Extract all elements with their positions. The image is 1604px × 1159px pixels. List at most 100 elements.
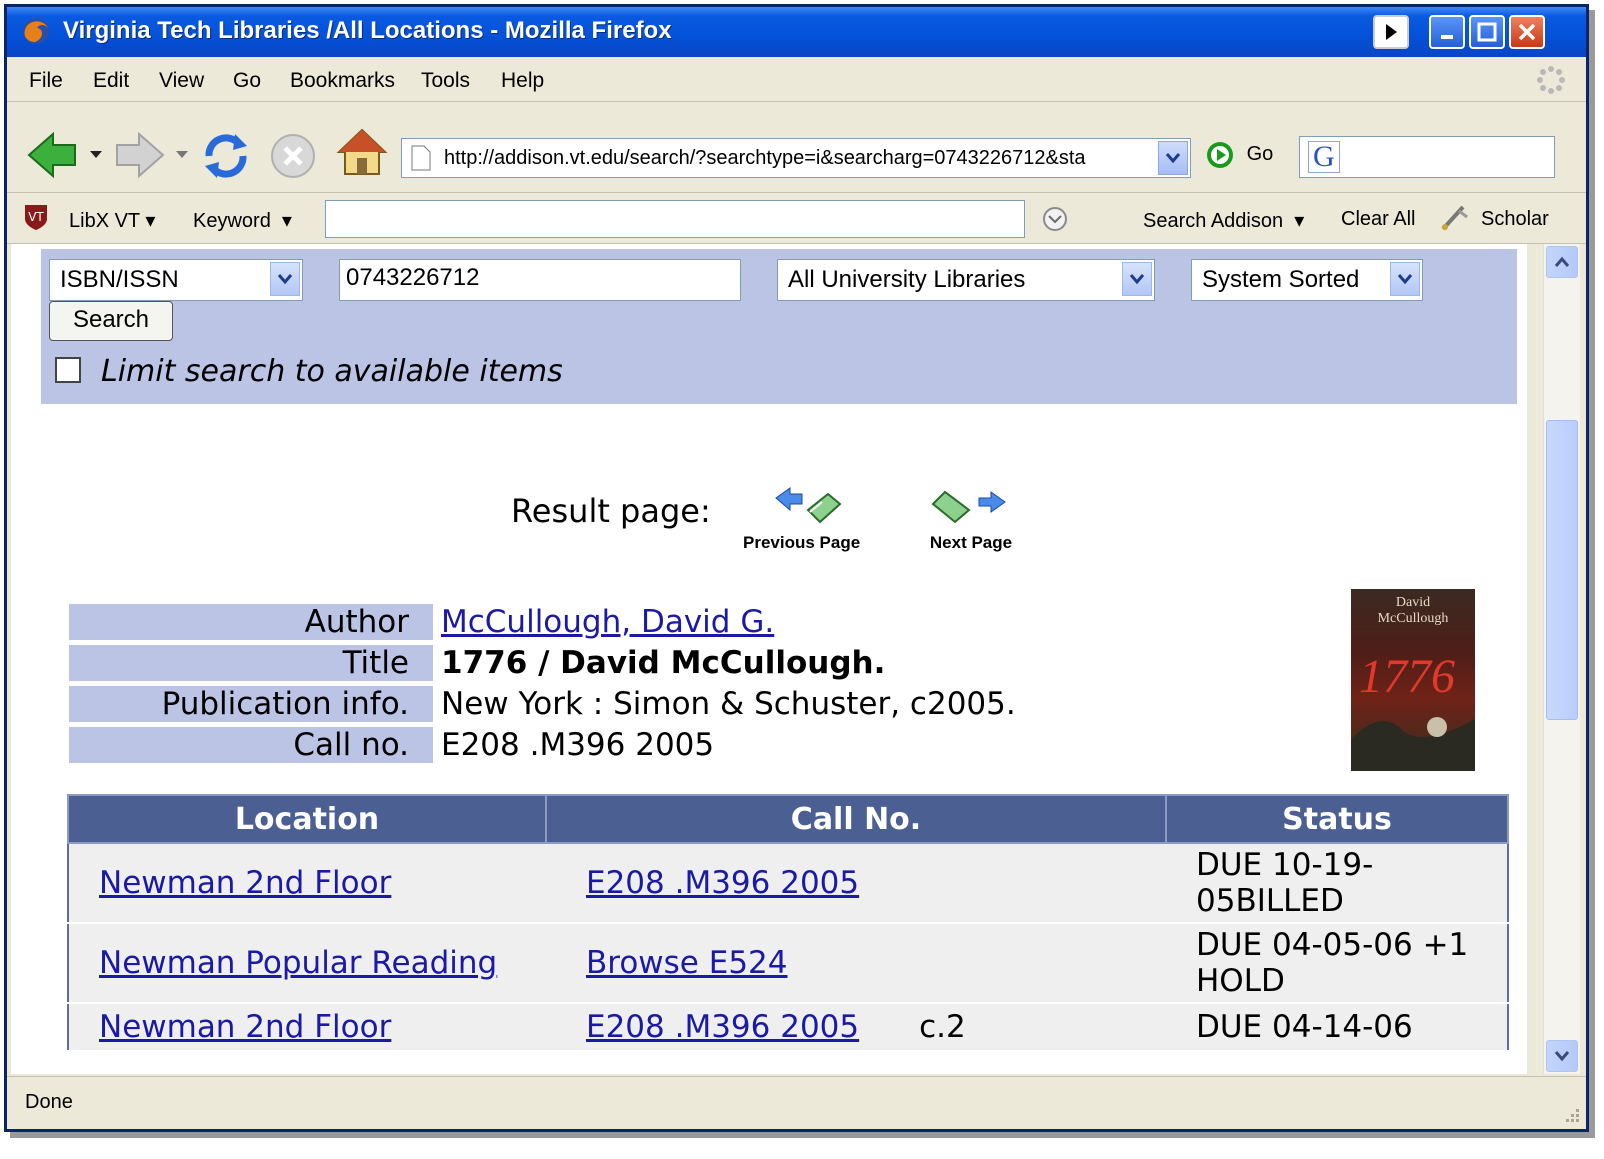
search-engine-box[interactable]: G [1299,136,1555,178]
status-value: DUE 04-14-06 [1166,1003,1508,1052]
chevron-up-icon [1554,256,1570,267]
sort-dropdown[interactable] [1390,262,1420,296]
menu-edit[interactable]: Edit [93,69,129,93]
cover-author-first: David [1395,595,1431,610]
search-query-input[interactable]: 0743226712 [339,259,741,301]
maximize-icon [1477,22,1497,42]
window-title: Virginia Tech Libraries /All Locations -… [63,17,672,44]
play-button[interactable] [1373,15,1409,49]
title-value: 1776 / David McCullough. [441,645,886,681]
location-link[interactable]: Newman 2nd Floor [99,1009,391,1045]
close-button[interactable] [1509,15,1545,49]
author-link[interactable]: McCullough, David G. [441,604,774,640]
minimize-button[interactable] [1429,15,1465,49]
forward-dropdown-icon[interactable] [175,150,189,160]
search-field-select[interactable]: ISBN/ISSN [49,259,303,301]
status-value: DUE 10-19-05BILLED [1196,847,1374,919]
menu-bookmarks[interactable]: Bookmarks [290,69,395,93]
title-bar: Virginia Tech Libraries /All Locations -… [7,7,1586,57]
callno-value: E208 .M396 2005 [441,727,715,763]
search-button[interactable]: Search [49,301,173,341]
bib-row-pub: Publication info. New York : Simon & Sch… [69,686,1022,722]
next-page-label: Next Page [929,533,1013,552]
publication-label: Publication info. [69,686,433,722]
back-icon[interactable] [25,130,81,180]
play-icon [1386,24,1397,40]
limit-available-checkbox[interactable] [55,356,81,383]
vt-shield-icon: VT [25,205,47,230]
forward-icon[interactable] [111,130,167,180]
search-panel: ISBN/ISSN 0743226712 All University Libr… [41,249,1517,404]
libx-options-icon[interactable] [1041,205,1069,233]
page-icon [411,145,431,171]
menu-file[interactable]: File [29,69,63,93]
callno-link[interactable]: E208 .M396 2005 [586,865,859,901]
previous-page-link[interactable]: Previous Page [743,484,860,553]
bib-row-title: Title 1776 / David McCullough. [69,645,1022,681]
stop-icon[interactable] [269,132,317,180]
next-page-link[interactable]: Next Page [929,484,1013,553]
limit-available-label: Limit search to available items [101,354,563,389]
next-page-icon [931,490,1006,524]
address-bar[interactable]: http://addison.vt.edu/search/?searchtype… [401,138,1191,178]
libx-search-type-label: Keyword [193,210,271,232]
url-dropdown-button[interactable] [1158,141,1188,175]
go-label: Go [1246,143,1274,166]
browser-window: Virginia Tech Libraries /All Locations -… [4,4,1589,1132]
scroll-up-button[interactable] [1546,246,1578,278]
location-link[interactable]: Newman 2nd Floor [99,865,391,901]
scroll-down-button[interactable] [1546,1040,1578,1072]
scope-dropdown[interactable] [1122,262,1152,296]
reload-icon[interactable] [199,128,253,182]
go-button[interactable]: Go [1207,142,1273,168]
libx-search-type-select[interactable]: Keyword ▾ [193,208,292,233]
author-label: Author [69,604,433,640]
callno-link[interactable]: Browse E524 [586,945,788,981]
search-field-dropdown[interactable] [270,262,300,296]
holdings-table: Location Call No. Status Newman 2nd Floo… [67,794,1509,1052]
sort-select[interactable]: System Sorted [1191,259,1423,301]
resize-grip-icon[interactable] [1562,1105,1582,1125]
maximize-button[interactable] [1469,15,1505,49]
libx-brand-label: LibX VT [69,210,140,232]
header-location: Location [67,794,547,844]
menu-go[interactable]: Go [233,69,261,93]
search-field-value: ISBN/ISSN [60,266,179,293]
menu-tools[interactable]: Tools [421,69,470,93]
callno-link[interactable]: E208 .M396 2005 [586,1009,859,1045]
menu-help[interactable]: Help [501,69,544,93]
bibliographic-record: Author McCullough, David G. Title 1776 /… [69,599,1022,768]
minimize-icon [1441,35,1453,39]
location-link[interactable]: Newman Popular Reading [99,945,497,981]
table-row: Newman 2nd Floor E208 .M396 2005 c.2 DUE … [68,1003,1508,1052]
scope-select[interactable]: All University Libraries [777,259,1155,301]
result-page-label: Result page: [511,492,711,530]
libx-search-input[interactable] [325,200,1025,238]
callno-label: Call no. [69,727,433,763]
chevron-down-icon [1397,274,1413,285]
search-addison-button[interactable]: Search Addison ▾ [1143,208,1304,233]
table-row: Newman Popular Reading Browse E524 DUE 0… [68,923,1508,1004]
back-dropdown-icon[interactable] [89,150,103,160]
clear-all-button[interactable]: Clear All [1341,208,1415,231]
scroll-thumb[interactable] [1546,420,1578,720]
status-bar: Done [7,1076,1586,1129]
limit-available-row: Limit search to available items [55,354,563,389]
chevron-down-icon [277,274,293,285]
menu-view[interactable]: View [159,69,204,93]
google-icon[interactable]: G [1308,141,1340,173]
throbber-icon [1537,66,1565,94]
libx-brand-menu[interactable]: LibX VT ▾ [69,208,155,233]
header-callno: Call No. [545,794,1167,844]
holdings-header-row: Location Call No. Status [67,794,1509,844]
vertical-scrollbar[interactable] [1543,244,1580,1074]
scholar-icon[interactable] [1437,203,1471,233]
copy-number: c.2 [919,1009,966,1045]
header-status: Status [1165,794,1509,844]
cover-author-last: McCullough [1377,611,1449,626]
scholar-button[interactable]: Scholar [1481,208,1549,231]
bib-row-callno: Call no. E208 .M396 2005 [69,727,1022,763]
home-icon[interactable] [335,126,389,180]
url-text[interactable]: http://addison.vt.edu/search/?searchtype… [444,147,1149,170]
scope-value: All University Libraries [788,266,1026,293]
